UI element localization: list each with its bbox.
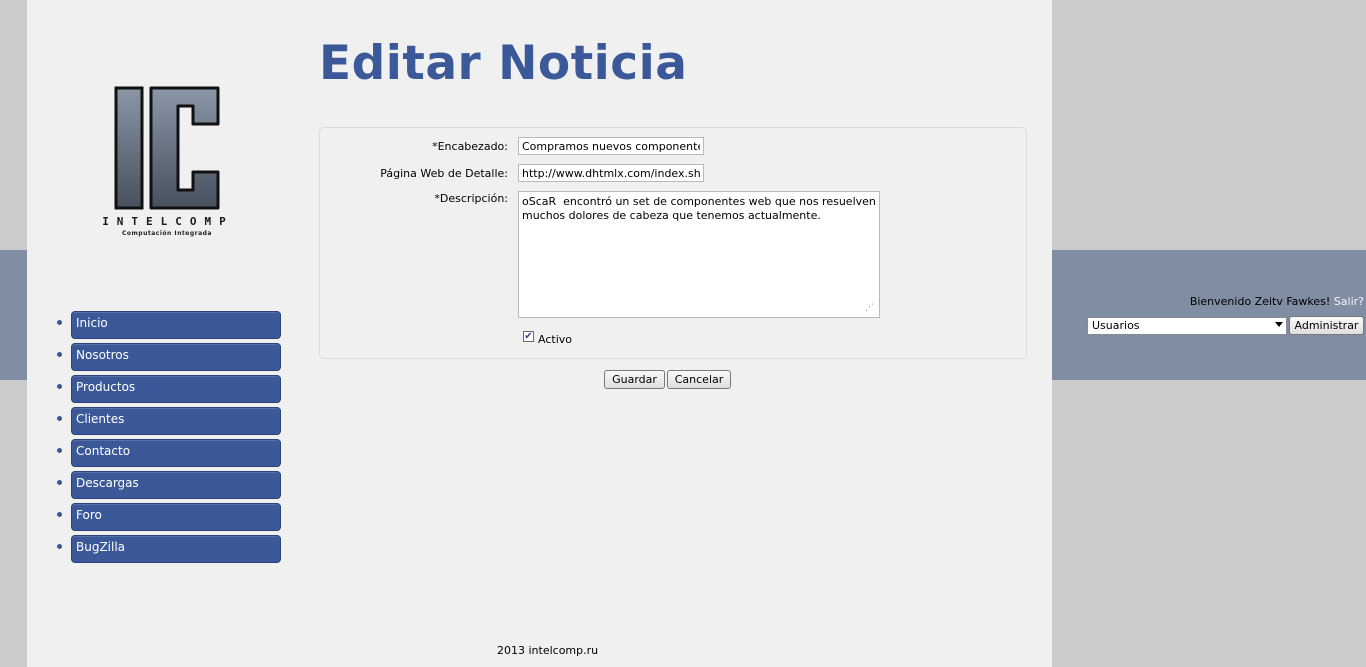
active-checkbox[interactable]: ✔ xyxy=(523,331,534,342)
nav-button-productos[interactable]: Productos xyxy=(71,375,281,403)
admin-section-select[interactable]: Usuarios xyxy=(1087,317,1287,335)
active-label: Activo xyxy=(538,333,572,346)
cancel-button[interactable]: Cancelar xyxy=(667,370,731,389)
bullet-icon xyxy=(57,320,62,325)
nav-button-clientes[interactable]: Clientes xyxy=(71,407,281,435)
headline-label: *Encabezado: xyxy=(432,140,508,153)
nav-button-inicio[interactable]: Inicio xyxy=(71,311,281,339)
bullet-icon xyxy=(57,544,62,549)
detail-url-input[interactable] xyxy=(518,164,704,182)
welcome-message: Bienvenido Zeitv Fawkes! Salir? xyxy=(1190,295,1364,308)
main-page: INTELCOMP Computación Integrada Inicio N… xyxy=(27,0,1052,667)
bullet-icon xyxy=(57,480,62,485)
description-textarea[interactable]: oScaR encontró un set de componentes web… xyxy=(518,191,880,318)
footer-text: 2013 intelcomp.ru xyxy=(497,644,599,657)
logo-tagline: Computación Integrada xyxy=(122,230,212,237)
page-title: Editar Noticia xyxy=(319,36,688,91)
bullet-icon xyxy=(57,448,62,453)
headline-input[interactable] xyxy=(518,137,704,155)
bullet-icon xyxy=(57,352,62,357)
nav-button-bugzilla[interactable]: BugZilla xyxy=(71,535,281,563)
save-button[interactable]: Guardar xyxy=(604,370,665,389)
description-label: *Descripción: xyxy=(434,192,508,205)
edit-news-form: *Encabezado: Página Web de Detalle: *Des… xyxy=(319,127,1027,359)
bullet-icon xyxy=(57,416,62,421)
resize-grip-icon[interactable]: ⋰ xyxy=(865,303,875,313)
admin-section-select-value: Usuarios xyxy=(1092,319,1140,332)
bullet-icon xyxy=(57,384,62,389)
intelcomp-logo[interactable]: INTELCOMP Computación Integrada xyxy=(77,80,277,245)
nav-button-foro[interactable]: Foro xyxy=(71,503,281,531)
bullet-icon xyxy=(57,512,62,517)
detail-url-label: Página Web de Detalle: xyxy=(380,167,508,180)
nav-button-contacto[interactable]: Contacto xyxy=(71,439,281,467)
chevron-down-icon xyxy=(1275,322,1283,327)
nav-button-descargas[interactable]: Descargas xyxy=(71,471,281,499)
logo-brand: INTELCOMP xyxy=(102,215,234,228)
nav-button-nosotros[interactable]: Nosotros xyxy=(71,343,281,371)
administer-button[interactable]: Administrar xyxy=(1289,316,1364,335)
logout-link[interactable]: Salir? xyxy=(1334,295,1364,308)
welcome-text: Bienvenido Zeitv Fawkes! xyxy=(1189,295,1331,308)
